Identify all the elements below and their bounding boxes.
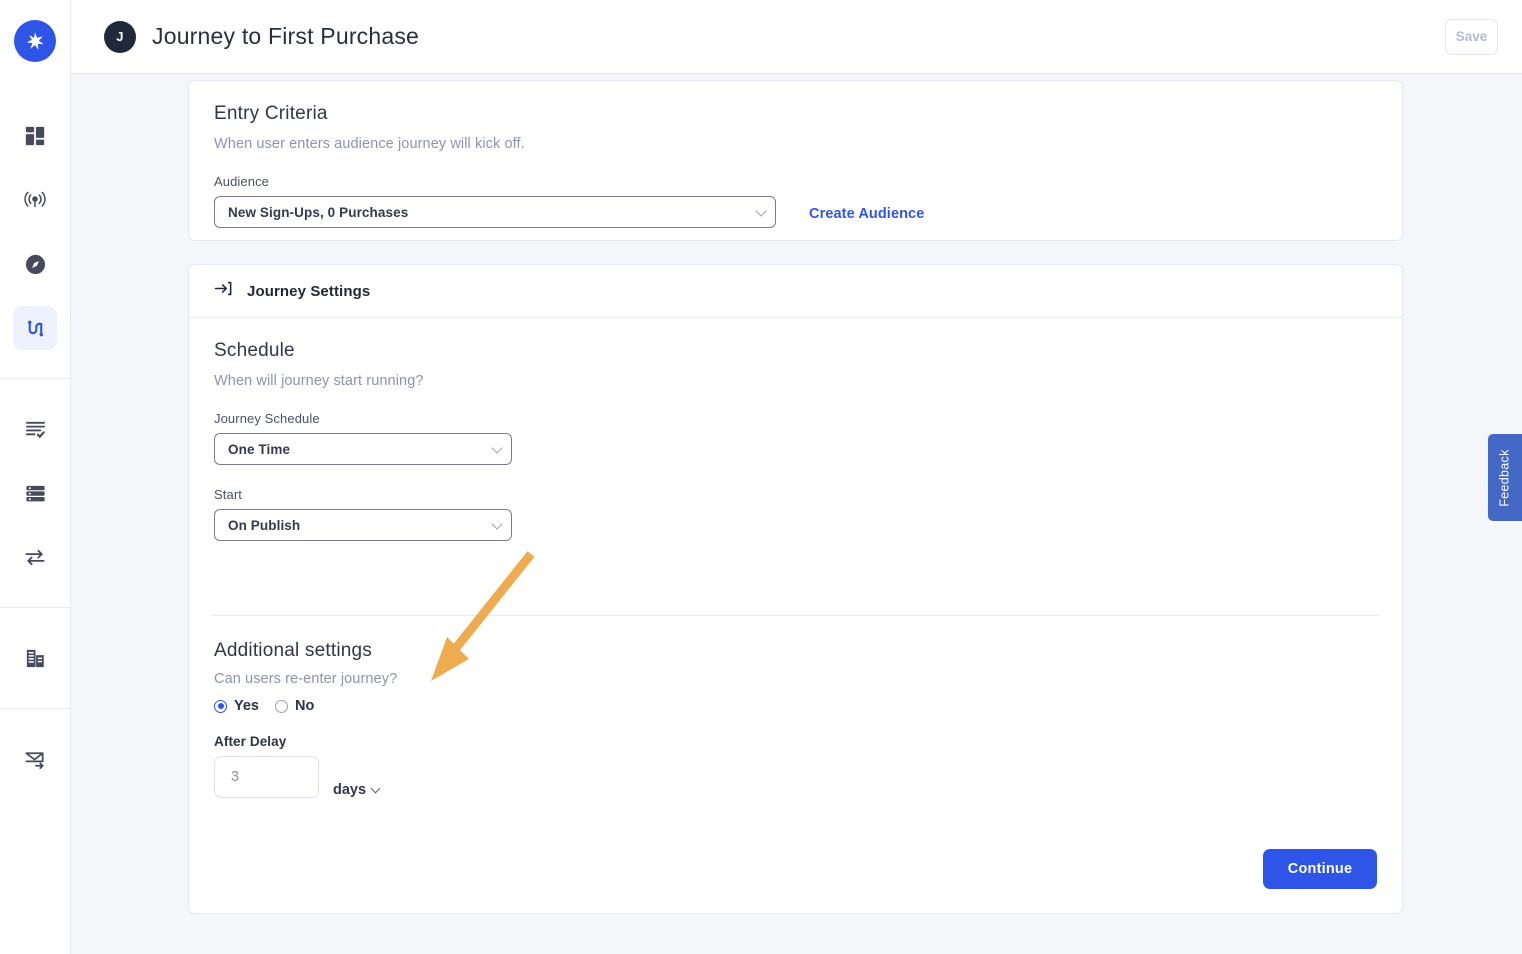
dashboard-grid-icon <box>24 125 46 147</box>
sidebar-group-primary <box>0 104 70 360</box>
sidebar-group-secondary <box>0 397 70 589</box>
start-field: Start On Publish <box>214 487 1377 541</box>
sidebar-item-campaigns[interactable] <box>13 178 57 222</box>
compass-icon <box>24 253 47 276</box>
audience-row: New Sign-Ups, 0 Purchases Create Audienc… <box>214 196 1377 228</box>
sidebar-divider-2 <box>0 607 70 608</box>
feedback-tab-label: Feedback <box>1498 448 1513 507</box>
additional-settings-section: Additional settings Can users re-enter j… <box>189 616 1402 798</box>
after-delay-input[interactable]: 3 <box>214 756 319 798</box>
re-enter-radio-group: Yes No <box>214 698 1377 714</box>
schedule-subtitle: When will journey start running? <box>214 373 424 389</box>
after-delay-label: After Delay <box>214 734 287 749</box>
delay-unit-select[interactable]: days <box>333 782 381 798</box>
page-title: Journey to First Purchase <box>152 23 420 49</box>
schedule-section: Schedule When will journey start running… <box>189 318 1402 541</box>
sidebar-item-integrations[interactable] <box>13 535 57 579</box>
feedback-tab[interactable]: Feedback <box>1488 434 1522 521</box>
entry-criteria-subtitle: When user enters audience journey will k… <box>214 136 525 152</box>
audience-field: Audience New Sign-Ups, 0 Purchases Creat… <box>214 174 1377 228</box>
sidebar-group-quaternary <box>0 727 70 791</box>
sidebar-divider-3 <box>0 708 70 709</box>
journey-schedule-value: One Time <box>228 441 291 457</box>
start-select[interactable]: On Publish <box>214 509 512 541</box>
save-button[interactable]: Save <box>1445 18 1498 55</box>
sidebar-item-explore[interactable] <box>13 242 57 286</box>
app-root: J Journey to First Purchase Save Entry C… <box>0 0 1522 954</box>
top-bar: J Journey to First Purchase Save <box>71 0 1522 74</box>
audience-select[interactable]: New Sign-Ups, 0 Purchases <box>214 196 776 228</box>
chevron-down-icon <box>491 518 503 530</box>
main-content: Entry Criteria When user enters audience… <box>71 74 1522 954</box>
sidebar-divider-1 <box>0 378 70 379</box>
chevron-down-icon <box>370 783 381 793</box>
journey-schedule-select[interactable]: One Time <box>214 433 512 465</box>
sidebar-item-messages[interactable] <box>13 737 57 781</box>
entry-criteria-title: Entry Criteria <box>214 103 328 124</box>
journey-settings-header: Journey Settings <box>189 265 1402 318</box>
chevron-down-icon <box>491 442 503 454</box>
envelope-send-icon <box>23 748 47 771</box>
journey-settings-card: Journey Settings Schedule When will jour… <box>188 264 1403 914</box>
start-value: On Publish <box>228 517 301 533</box>
avatar: J <box>104 20 136 53</box>
audience-select-value: New Sign-Ups, 0 Purchases <box>228 204 409 220</box>
journey-path-icon <box>24 317 47 340</box>
database-server-icon <box>24 482 47 505</box>
enter-arrow-icon <box>214 279 233 303</box>
sidebar-item-company[interactable] <box>13 636 57 680</box>
create-audience-link[interactable]: Create Audience <box>809 206 924 222</box>
sidebar-item-journeys[interactable] <box>13 306 57 350</box>
sidebar-item-tasks[interactable] <box>13 407 57 451</box>
journey-settings-title: Journey Settings <box>247 282 371 300</box>
radio-yes[interactable] <box>214 699 227 713</box>
sidebar-item-data[interactable] <box>13 471 57 515</box>
after-delay-field: After Delay 3 days <box>214 734 1377 798</box>
sidebar-item-dashboard[interactable] <box>13 114 57 158</box>
continue-button[interactable]: Continue <box>1263 849 1377 889</box>
re-enter-question: Can users re-enter journey? <box>214 671 398 687</box>
audience-label: Audience <box>214 174 270 189</box>
journey-schedule-label: Journey Schedule <box>214 411 320 426</box>
building-icon <box>24 647 47 670</box>
journey-schedule-field: Journey Schedule One Time <box>214 411 1377 465</box>
entry-criteria-card: Entry Criteria When user enters audience… <box>188 80 1403 241</box>
radio-no[interactable] <box>275 699 288 713</box>
transfer-arrows-icon <box>23 546 47 569</box>
radio-no-label: No <box>295 698 315 714</box>
after-delay-row: 3 days <box>214 756 1377 798</box>
app-logo[interactable] <box>14 20 56 62</box>
additional-settings-title: Additional settings <box>214 640 373 661</box>
radio-yes-label: Yes <box>234 698 259 714</box>
start-label: Start <box>214 487 242 502</box>
list-check-icon <box>24 418 47 441</box>
schedule-title: Schedule <box>214 340 295 361</box>
broadcast-signal-icon <box>23 189 47 211</box>
entry-criteria-body: Entry Criteria When user enters audience… <box>189 81 1402 228</box>
chevron-down-icon <box>755 205 767 217</box>
sidebar-group-tertiary <box>0 626 70 690</box>
delay-unit-value: days <box>333 782 367 798</box>
left-sidebar <box>0 0 71 954</box>
